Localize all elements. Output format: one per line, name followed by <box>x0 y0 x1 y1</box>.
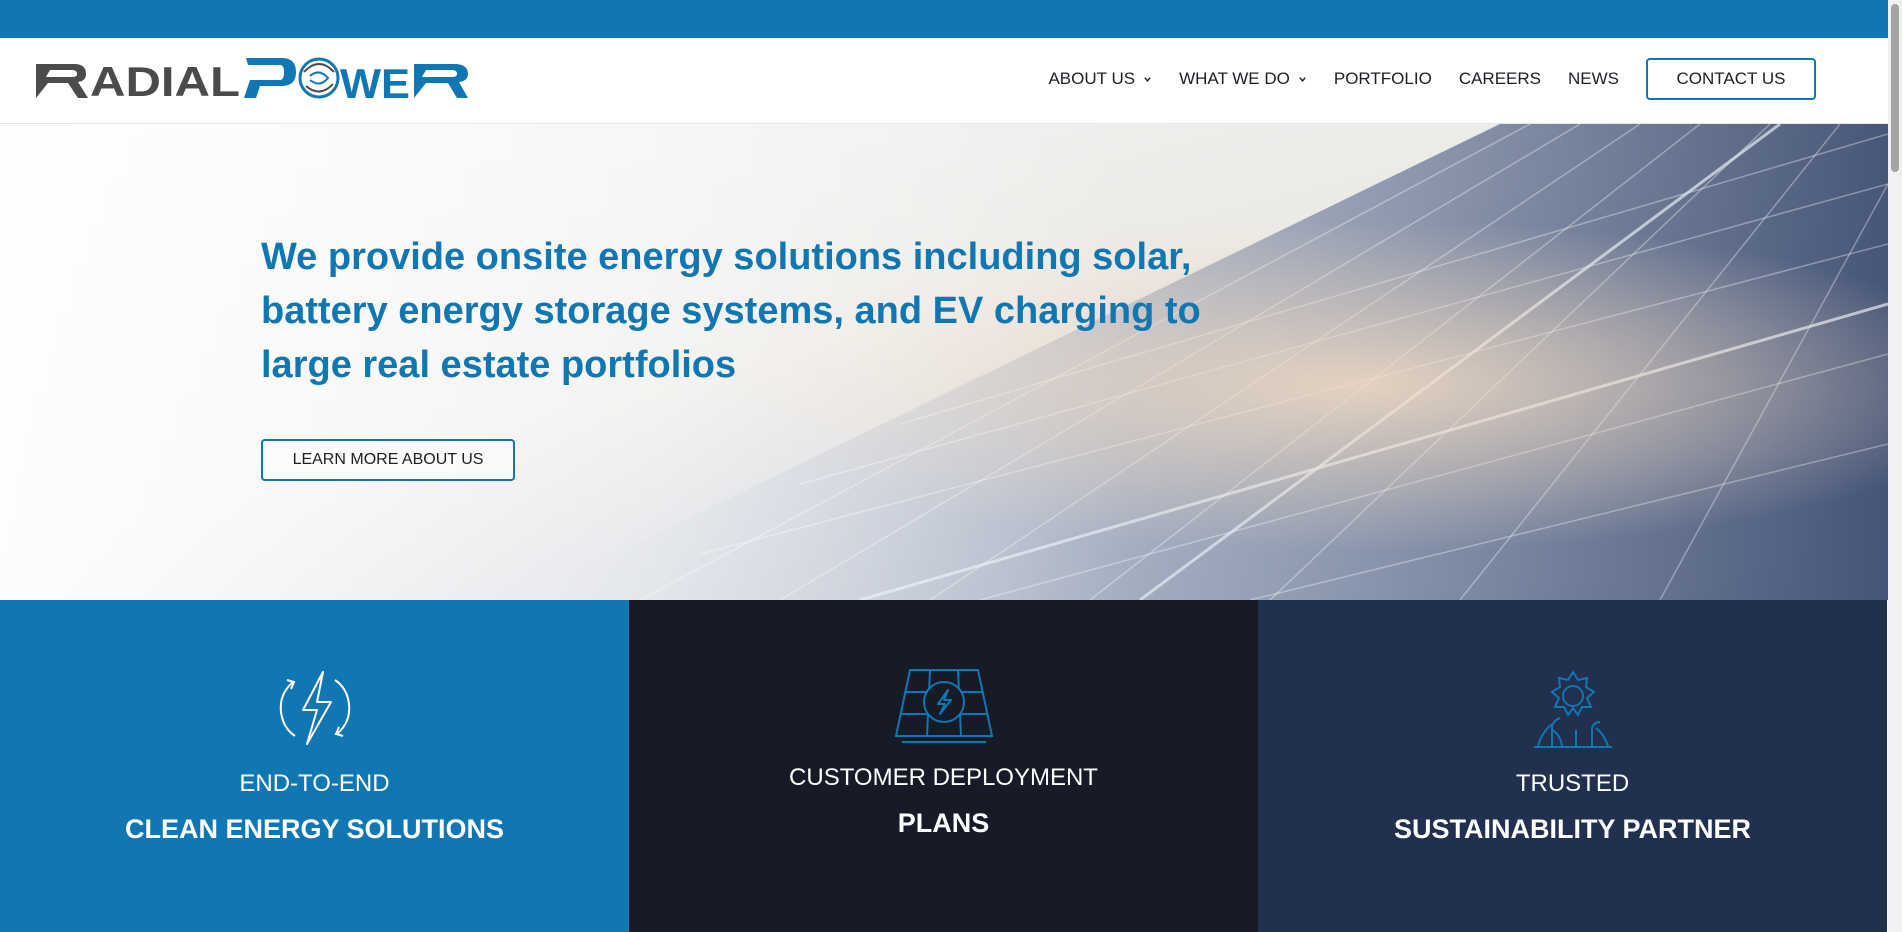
learn-more-about-us-button[interactable]: LEARN MORE ABOUT US <box>261 439 515 481</box>
chevron-down-icon <box>1144 76 1151 82</box>
nav-item-about-us[interactable]: ABOUT US <box>1048 69 1152 89</box>
feature-line2: SUSTAINABILITY PARTNER <box>1393 814 1751 844</box>
site-header: ADIAL WE ABOUT US WHAT WE DO PORTFOLIO C… <box>0 38 1888 124</box>
radialpower-logo[interactable]: ADIAL WE <box>34 54 470 100</box>
chevron-down-icon <box>1299 76 1306 82</box>
hero-section: We provide onsite energy solutions inclu… <box>0 124 1888 600</box>
nav-item-label: ABOUT US <box>1048 69 1136 88</box>
contact-us-button[interactable]: CONTACT US <box>1646 58 1816 100</box>
feature-line2: PLANS <box>897 808 990 838</box>
logo-mark: ADIAL WE <box>36 57 468 100</box>
nav-item-label: WHAT WE DO <box>1179 69 1290 88</box>
feature-card-clean-energy: END-TO-END CLEAN ENERGY SOLUTIONS <box>0 600 629 932</box>
sun-growth-icon <box>1533 670 1612 748</box>
svg-text:ADIAL: ADIAL <box>90 58 240 100</box>
top-accent-bar <box>0 0 1888 38</box>
nav-item-news[interactable]: NEWS <box>1568 69 1619 89</box>
solar-panel-bolt-icon <box>894 669 993 743</box>
svg-text:WE: WE <box>340 60 410 100</box>
feature-card-deployment-plans: CUSTOMER DEPLOYMENT PLANS <box>629 600 1258 932</box>
scrollbar-thumb[interactable] <box>1891 4 1899 172</box>
nav-item-label: NEWS <box>1568 69 1619 88</box>
feature-card-sustainability-partner: TRUSTED SUSTAINABILITY PARTNER <box>1258 600 1887 932</box>
nav-item-label: CAREERS <box>1458 69 1541 88</box>
feature-line1: TRUSTED <box>1515 770 1630 797</box>
features-row: END-TO-END CLEAN ENERGY SOLUTIONS CUSTOM… <box>0 600 1888 932</box>
nav-item-careers[interactable]: CAREERS <box>1459 69 1541 89</box>
lightning-cycle-icon <box>279 671 350 745</box>
nav-item-label: PORTFOLIO <box>1333 69 1432 88</box>
nav-item-portfolio[interactable]: PORTFOLIO <box>1334 69 1432 89</box>
feature-line2: CLEAN ENERGY SOLUTIONS <box>124 814 505 844</box>
page-scrollbar[interactable] <box>1888 0 1902 932</box>
main-nav: ABOUT US WHAT WE DO PORTFOLIO CAREERS NE… <box>1021 58 1816 100</box>
hero-title: We provide onsite energy solutions inclu… <box>261 236 1201 386</box>
feature-line1: CUSTOMER DEPLOYMENT <box>789 764 1098 791</box>
nav-item-what-we-do[interactable]: WHAT WE DO <box>1179 69 1307 89</box>
feature-line1: END-TO-END <box>239 770 390 797</box>
